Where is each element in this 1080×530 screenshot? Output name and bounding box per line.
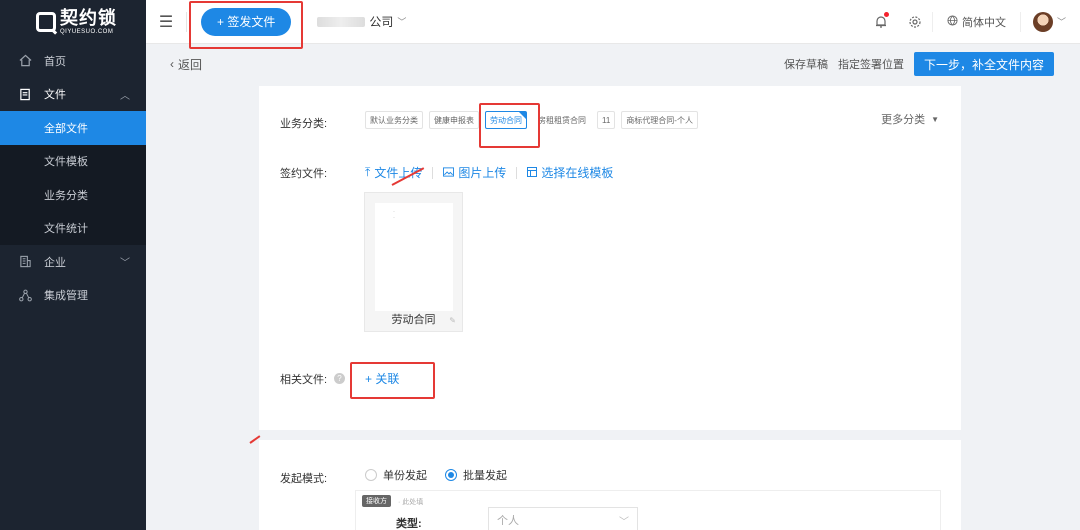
save-draft-button[interactable]: 保存草稿	[784, 56, 828, 72]
next-step-button[interactable]: 下一步，补全文件内容	[913, 52, 1054, 76]
logo-icon	[36, 12, 56, 32]
document-icon	[18, 87, 32, 101]
annotation-box	[479, 103, 540, 148]
mode-single-radio[interactable]: 单份发起	[365, 467, 427, 483]
back-button[interactable]: ‹ 返回	[170, 56, 202, 73]
company-switcher[interactable]: 公司 ﹀	[317, 13, 406, 30]
sign-file-label: 签约文件:	[280, 168, 328, 180]
choose-template-button[interactable]: 选择在线模板	[527, 164, 613, 181]
sidebar-item-templates[interactable]: 文件模板	[0, 144, 146, 178]
annotation-box	[189, 1, 303, 49]
user-menu[interactable]: ﹀	[1021, 11, 1080, 32]
type-select[interactable]: 个人 ﹀	[488, 507, 638, 530]
caret-down-icon: ▼	[931, 114, 939, 124]
sidebar-item-files[interactable]: 文件 ︿	[0, 78, 146, 112]
mode-radio-group: 单份发起 批量发起	[365, 467, 507, 483]
radio-circle	[365, 469, 377, 481]
sidebar-item-label: 企业	[44, 256, 66, 269]
sidebar-item-label: 文件统计	[44, 223, 88, 236]
mode-batch-label: 批量发起	[463, 470, 507, 482]
sidebar-item-integration[interactable]: 集成管理	[0, 279, 146, 313]
menu-toggle-icon[interactable]: ☰	[146, 12, 186, 32]
sidebar-item-label: 业务分类	[44, 189, 88, 202]
divider	[516, 166, 518, 179]
avatar	[1032, 11, 1053, 32]
chevron-down-icon: ﹀	[1056, 17, 1066, 27]
chevron-down-icon: ﹀	[120, 258, 130, 270]
sidebar-item-label: 文件	[44, 89, 66, 102]
receiver-panel: 接收方 · 此处填 类型: 个人 ﹀	[355, 490, 941, 530]
annotation-box	[350, 362, 435, 399]
image-icon	[443, 166, 455, 180]
sidebar-item-enterprise[interactable]: 企业 ﹀	[0, 245, 146, 279]
choose-template-label: 选择在线模板	[541, 166, 614, 180]
language-selector[interactable]: 简体中文	[931, 11, 1021, 32]
integration-icon	[18, 288, 32, 302]
edit-icon[interactable]: ✎	[449, 316, 456, 325]
upload-image-button[interactable]: 图片上传	[443, 164, 506, 181]
notification-dot	[883, 11, 889, 17]
mode-label: 发起模式:	[280, 473, 328, 485]
type-select-value: 个人	[497, 515, 519, 527]
file-thumbnail[interactable]: · · 劳动合同 ✎	[364, 192, 463, 332]
category-tag[interactable]: 商标代理合同-个人	[621, 111, 698, 129]
type-label: 类型:	[396, 518, 422, 530]
chevron-left-icon: ‹	[170, 57, 174, 71]
company-name-redacted	[317, 16, 366, 27]
notification-bell-icon[interactable]	[864, 11, 898, 29]
chevron-down-icon: ﹀	[397, 17, 407, 27]
sidebar-item-home[interactable]: 首页	[0, 44, 146, 78]
back-label: 返回	[178, 57, 203, 72]
sidebar-item-label: 集成管理	[44, 290, 88, 303]
category-tag[interactable]: 房租租赁合同	[533, 111, 591, 129]
divider	[186, 11, 187, 32]
category-tag[interactable]: 默认业务分类	[365, 111, 423, 129]
settings-gear-icon[interactable]	[898, 15, 932, 29]
initiation-card: 发起模式: 单份发起 批量发起 接收方 · 此处填 类型: 个人 ﹀	[259, 440, 961, 530]
home-icon	[18, 54, 32, 68]
category-tag[interactable]: 健康申报表	[429, 111, 479, 129]
mode-batch-radio[interactable]: 批量发起	[445, 467, 507, 483]
help-icon[interactable]: ?	[334, 373, 345, 384]
divider	[432, 166, 434, 179]
more-categories-label: 更多分类	[881, 114, 926, 126]
sidebar-item-categories[interactable]: 业务分类	[0, 178, 146, 212]
upload-icon: ⤒	[365, 165, 371, 179]
sidebar-item-label: 首页	[44, 55, 66, 68]
brand-sub: QIYUESUO.COM	[60, 29, 114, 35]
radio-circle	[445, 469, 457, 481]
company-name: 公司	[369, 15, 394, 29]
sidebar-item-label: 全部文件	[44, 122, 88, 135]
brand-logo[interactable]: 契约锁 QIYUESUO.COM	[0, 0, 146, 44]
page-header: ‹ 返回 保存草稿 指定签署位置 下一步，补全文件内容	[146, 44, 1080, 84]
sidebar-item-all-files[interactable]: 全部文件	[0, 111, 146, 145]
related-files-label: 相关文件:	[280, 374, 328, 386]
category-tag[interactable]: 11	[597, 111, 616, 129]
sidebar-item-label: 文件模板	[44, 156, 88, 169]
file-page-preview: · ·	[375, 203, 453, 311]
mode-single-label: 单份发起	[383, 470, 427, 482]
brand-name: 契约锁	[60, 8, 117, 28]
receiver-hint: · 此处填	[398, 499, 424, 506]
chevron-down-icon: ﹀	[619, 516, 629, 528]
globe-icon	[947, 14, 958, 29]
file-name: 劳动合同	[391, 314, 436, 326]
building-icon	[18, 255, 32, 269]
template-icon	[527, 166, 538, 180]
page-text-marks: · ·	[393, 209, 415, 221]
upload-image-label: 图片上传	[458, 166, 507, 180]
next-step-label: 下一步，补全文件内容	[923, 57, 1044, 72]
set-sign-position-button[interactable]: 指定签署位置	[838, 56, 904, 72]
receiver-badge: 接收方	[362, 495, 391, 507]
sidebar-item-statistics[interactable]: 文件统计	[0, 211, 146, 245]
language-label: 简体中文	[961, 16, 1006, 29]
more-categories-button[interactable]: 更多分类 ▼	[881, 111, 939, 127]
chevron-up-icon: ︿	[120, 90, 130, 102]
category-label: 业务分类:	[280, 118, 328, 130]
sidebar: 契约锁 QIYUESUO.COM 首页 文件 ︿ 全部文件 文件模板 业务分类 …	[0, 0, 146, 530]
